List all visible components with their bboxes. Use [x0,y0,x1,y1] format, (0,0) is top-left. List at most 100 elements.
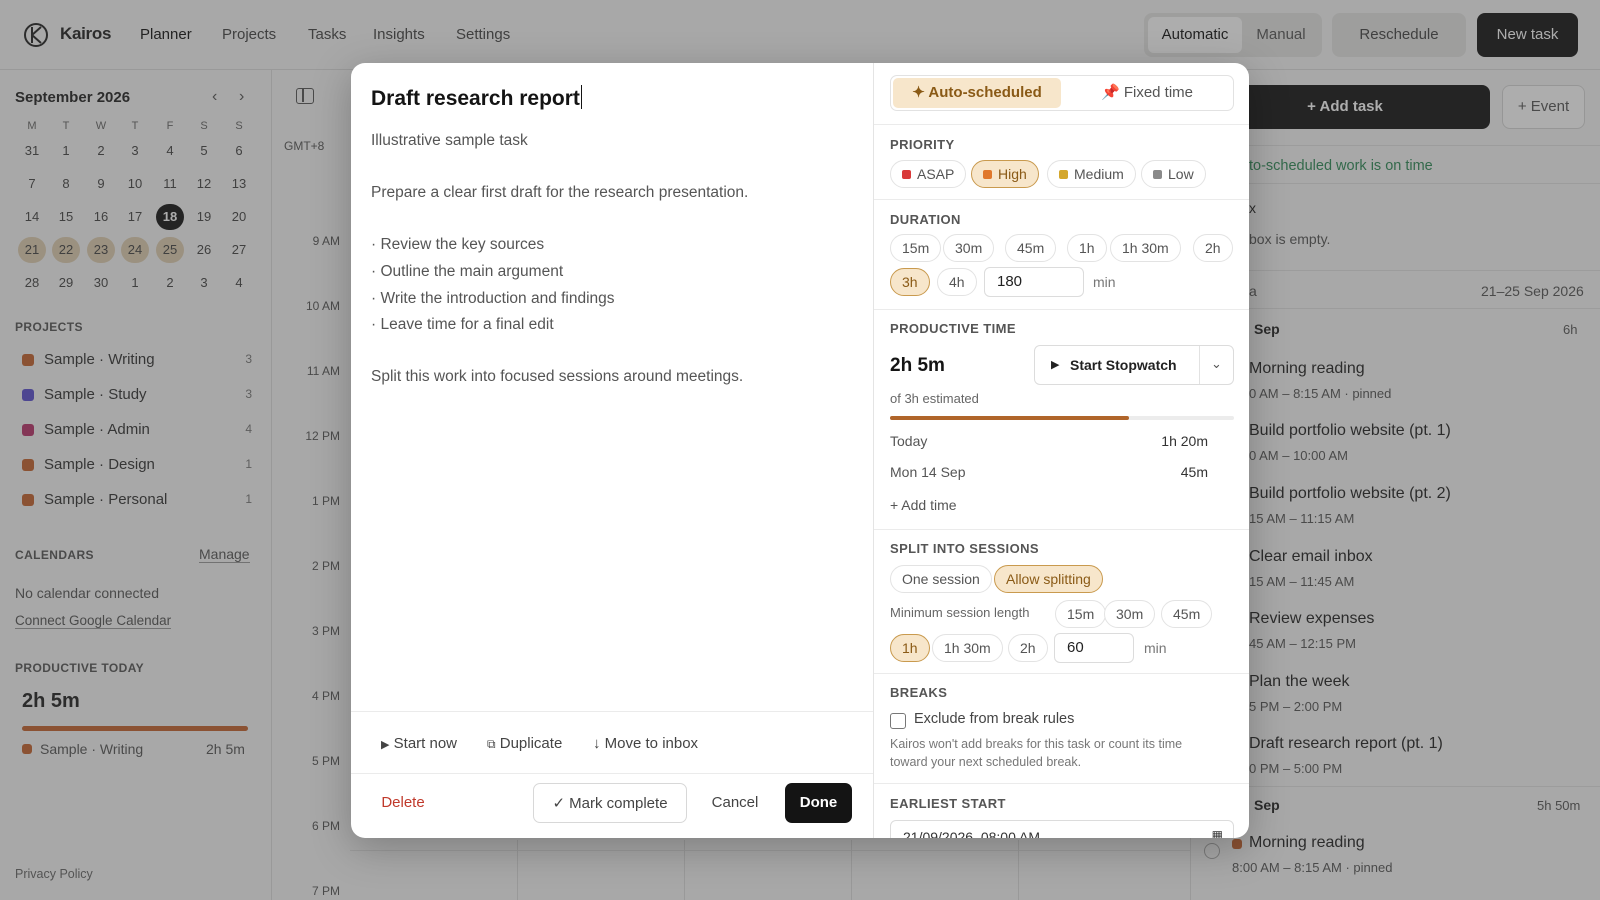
priority-color-dot [983,170,992,179]
duration-option[interactable]: 45m [1005,234,1057,262]
time-log-label: Mon 14 Sep [890,464,966,480]
start-stopwatch-button[interactable]: ▶ Start Stopwatch ⌄ [1034,345,1234,385]
min-session-label: Minimum session length [890,605,1030,620]
task-title-text: Draft research report [371,87,580,110]
time-log-value: 45m [1180,464,1208,480]
one-session-option[interactable]: One session [890,565,992,593]
play-icon: ▶ [381,739,390,751]
mark-complete-button[interactable]: ✓ Mark complete [533,783,687,823]
duration-option[interactable]: 2h [1193,234,1233,262]
scheduling-type-tabs: ✦ Auto-scheduled 📌 Fixed time [890,75,1234,111]
duration-option[interactable]: 4h [937,268,977,296]
move-to-inbox-button[interactable]: ↓ Move to inbox [593,735,698,752]
productive-progress-fill [890,416,1129,420]
session-length-option[interactable]: 30m [1104,600,1156,628]
divider [1199,346,1200,384]
time-log-row: Today 1h 20m [890,433,1208,449]
time-log-row: Mon 14 Sep 45m [890,464,1208,480]
duplicate-button[interactable]: ⧉ Duplicate [487,735,562,752]
productive-time-value: 2h 5m [890,355,945,376]
duration-option-selected[interactable]: 3h [890,268,930,296]
priority-color-dot [1153,170,1162,179]
start-now-button[interactable]: ▶ Start now [381,735,457,752]
task-edit-modal: Draft research report Illustrative sampl… [351,63,1249,838]
breaks-note: Kairos won't add breaks for this task or… [890,737,1183,751]
earliest-start-value: 21/09/2026, 08:00 AM [903,829,1040,838]
move-to-inbox-label: Move to inbox [604,735,699,752]
duration-option[interactable]: 1h 30m [1110,234,1181,262]
duration-unit: min [1093,274,1116,290]
duration-heading: DURATION [890,212,961,227]
tab-auto-scheduled[interactable]: ✦ Auto-scheduled [893,78,1061,108]
task-description-line[interactable]: Split this work into focused sessions ar… [371,368,743,386]
priority-label: High [998,166,1027,182]
exclude-breaks-checkbox[interactable] [890,713,906,729]
duration-option[interactable]: 1h [1067,234,1107,262]
priority-label: Medium [1074,166,1124,182]
chevron-down-icon[interactable]: ⌄ [1211,356,1222,372]
tab-fixed-time-label: Fixed time [1123,84,1194,101]
task-description-line[interactable]: Prepare a clear first draft for the rese… [371,184,748,202]
priority-color-dot [902,170,911,179]
earliest-start-heading: EARLIEST START [890,796,1006,811]
time-log-label: Today [890,433,928,449]
session-length-option[interactable]: 2h [1008,634,1048,662]
divider [351,711,873,712]
duration-option[interactable]: 30m [943,234,995,262]
start-stopwatch-label: Start Stopwatch [1070,357,1177,373]
session-unit: min [1144,640,1167,656]
session-length-option[interactable]: 15m [1055,600,1107,628]
done-button[interactable]: Done [785,783,852,823]
delete-button[interactable]: Delete [373,783,433,823]
play-icon: ▶ [1051,359,1060,371]
divider [874,783,1249,784]
text-cursor [580,85,583,109]
split-sessions-heading: SPLIT INTO SESSIONS [890,541,1039,556]
start-now-label: Start now [393,735,458,752]
priority-heading: PRIORITY [890,137,955,152]
divider [874,529,1249,530]
divider [351,773,873,774]
divider [874,199,1249,200]
session-length-option-selected[interactable]: 1h [890,634,930,662]
priority-medium[interactable]: Medium [1047,160,1136,188]
duplicate-label: Duplicate [499,735,563,752]
session-length-option[interactable]: 1h 30m [932,634,1003,662]
priority-color-dot [1059,170,1068,179]
task-description-line[interactable]: · Review the key sources [371,236,544,254]
priority-label: ASAP [917,166,955,182]
add-time-link[interactable]: + Add time [890,497,957,513]
calendar-icon[interactable]: ▦ [1212,828,1223,838]
task-description-line[interactable]: · Outline the main argument [371,263,563,281]
pin-icon: 📌 [1100,84,1120,101]
divider [874,673,1249,674]
session-length-option[interactable]: 45m [1161,600,1213,628]
breaks-note: toward your next scheduled break. [890,755,1082,769]
earliest-start-input[interactable]: 21/09/2026, 08:00 AM ▦ [890,820,1234,838]
estimated-text: of 3h estimated [890,391,979,406]
allow-splitting-option[interactable]: Allow splitting [994,565,1103,593]
priority-label: Low [1168,166,1194,182]
divider [874,309,1249,310]
duration-minutes-input[interactable]: 180 [984,267,1084,297]
task-settings-pane: ✦ Auto-scheduled 📌 Fixed time PRIORITY A… [873,63,1249,838]
priority-low[interactable]: Low [1141,160,1206,188]
productive-time-heading: PRODUCTIVE TIME [890,321,1016,336]
task-description-line[interactable]: · Leave time for a final edit [371,316,554,334]
priority-asap[interactable]: ASAP [890,160,967,188]
task-details-pane: Draft research report Illustrative sampl… [351,63,873,838]
cancel-button[interactable]: Cancel [703,783,767,823]
task-title-input[interactable]: Draft research report [371,85,583,111]
duration-option[interactable]: 15m [890,234,942,262]
time-log-value: 1h 20m [1161,433,1208,449]
task-subtitle[interactable]: Illustrative sample task [371,132,528,150]
task-description-line[interactable]: · Write the introduction and findings [371,290,615,308]
priority-high[interactable]: High [971,160,1039,188]
productive-progress-bar [890,416,1234,420]
arrow-down-icon: ↓ [593,735,601,752]
breaks-heading: BREAKS [890,685,948,700]
divider [874,124,1249,125]
tab-fixed-time[interactable]: 📌 Fixed time [1063,78,1231,108]
session-minutes-input[interactable]: 60 [1054,633,1134,663]
exclude-breaks-label[interactable]: Exclude from break rules [914,711,1074,727]
